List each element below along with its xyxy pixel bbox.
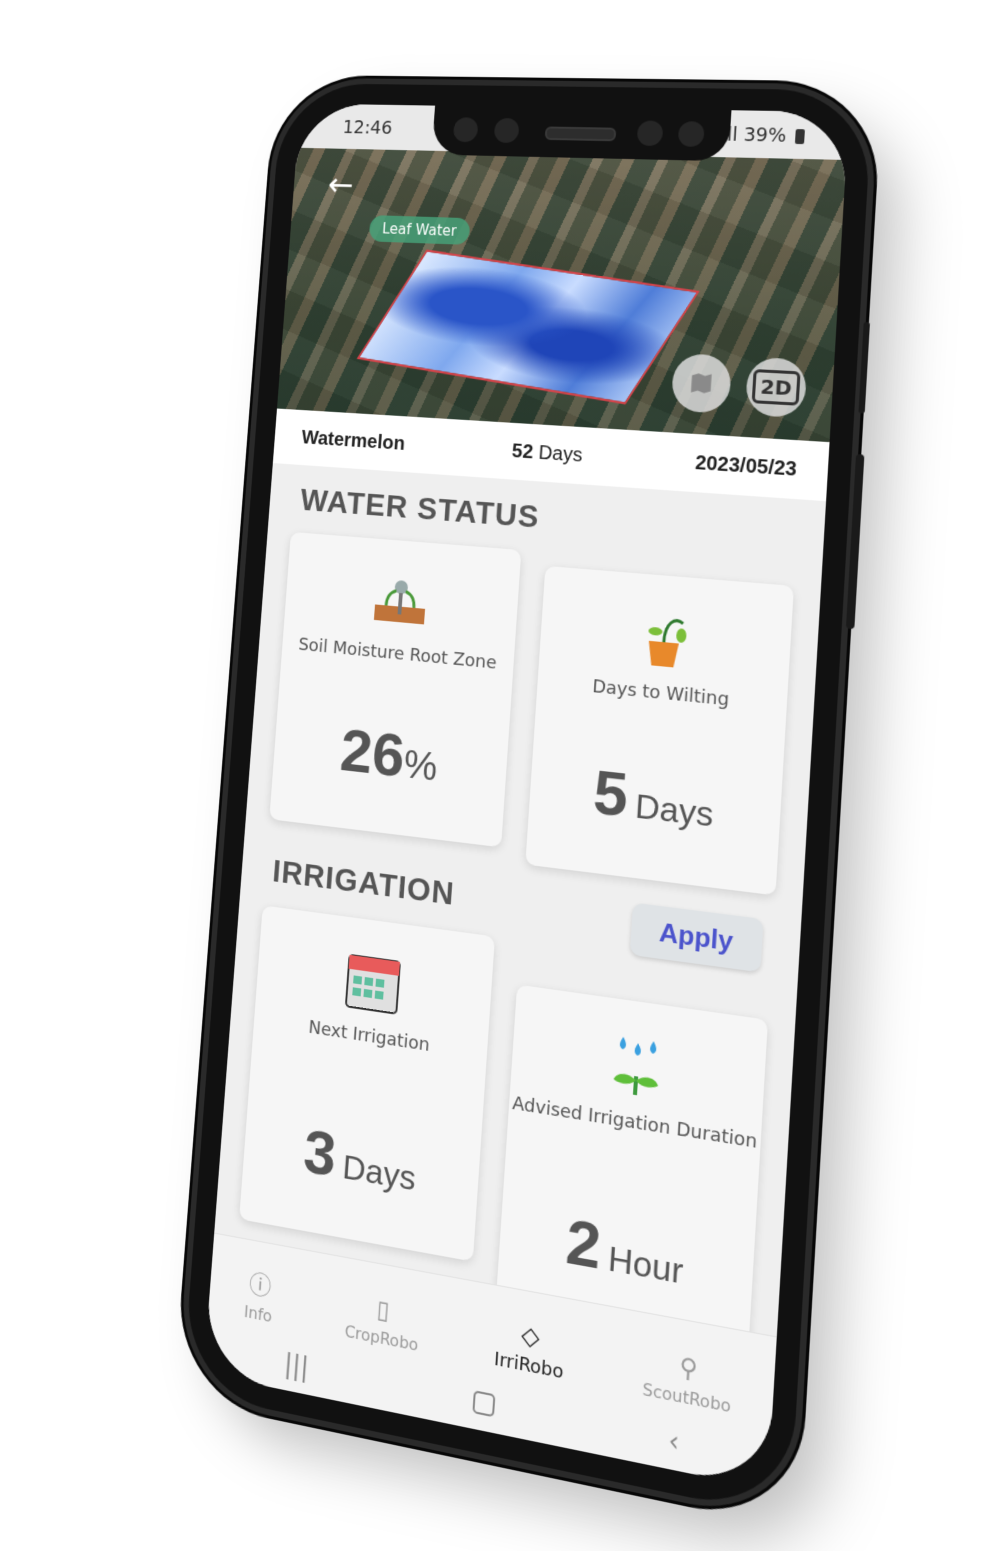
volume-button [858,321,870,414]
days-to-wilting-value: 5 Days [528,749,782,849]
irrigation-duration-number: 2 [563,1205,603,1284]
back-arrow-icon[interactable]: ← [326,166,354,204]
days-to-wilting-number: 5 [591,757,631,831]
battery-icon [794,129,805,145]
nav-item-irrirobo[interactable]: ◇ IrriRobo [493,1315,566,1384]
sensor-icon [493,117,520,144]
nav-item-croprobo[interactable]: ▯ CropRobo [344,1289,421,1355]
power-button [845,453,865,630]
next-irrigation-value: 3Days [242,1106,480,1217]
days-to-wilting-unit: Days [633,787,715,835]
notch [431,105,732,162]
soil-moisture-card[interactable]: Soil Moisture Root Zone 26% [269,531,522,848]
crop-age-unit: Days [537,441,584,467]
layer-chip[interactable]: Leaf Water [368,215,471,245]
camera-icon [677,121,705,147]
days-to-wilting-card[interactable]: Days to Wilting 5 Days [525,565,794,896]
next-irrigation-card[interactable]: Next Irrigation 3Days [239,905,495,1262]
view-mode-label: 2D [751,369,801,406]
water-status-cards: Soil Moisture Root Zone 26% Days to Wilt… [268,531,795,896]
soil-moisture-value: 26% [272,708,508,803]
view-mode-button[interactable]: 2D [744,356,808,419]
screen: 12:46 H+ .ıll 39% ← Leaf Water 2D [203,103,850,1490]
soil-sensor-icon [284,557,520,645]
home-icon[interactable] [472,1390,496,1418]
crop-age-number: 52 [511,439,534,463]
nav-item-info[interactable]: ⓘ Info [244,1263,276,1326]
next-irrigation-number: 3 [301,1116,339,1191]
camera-icon [452,117,479,143]
field-overlay[interactable] [356,249,700,405]
recent-apps-icon[interactable]: ||| [283,1348,310,1383]
crop-date: 2023/05/23 [694,451,798,481]
battery-percent: 39% [742,124,787,147]
soil-moisture-number: 26 [338,716,407,791]
nav-label-info: Info [243,1301,273,1327]
wilting-plant-icon [539,592,792,685]
irrigation-title: IRRIGATION [271,852,456,912]
sensor-icon [636,120,664,147]
next-irrigation-unit: Days [341,1147,418,1199]
map-icon [690,373,712,394]
crop-name: Watermelon [300,426,406,455]
soil-moisture-unit: % [402,742,439,790]
status-time: 12:46 [342,117,393,139]
speaker-grille [544,126,617,142]
phone-frame: 12:46 H+ .ıll 39% ← Leaf Water 2D [182,82,874,1519]
satellite-map[interactable]: ← Leaf Water 2D [276,147,847,443]
info-icon: ⓘ [248,1269,273,1302]
map-toggle-button[interactable] [670,353,733,414]
nav-item-scoutrobo[interactable]: ⚲ ScoutRobo [642,1345,734,1417]
crop-age: 52 Days [511,440,583,467]
back-icon[interactable]: ‹ [667,1425,680,1459]
irrigation-duration-unit: Hour [606,1238,685,1293]
